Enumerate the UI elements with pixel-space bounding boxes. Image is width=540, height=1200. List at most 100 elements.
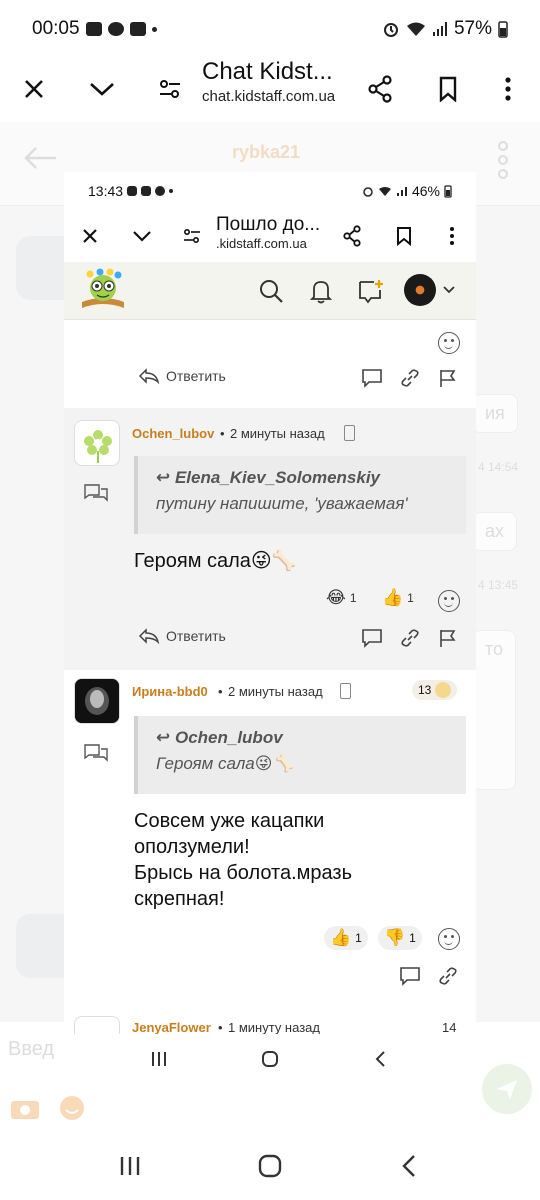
chevron-down-icon[interactable] <box>442 285 456 295</box>
reaction-thumbs-up[interactable]: 👍 1 <box>324 926 368 950</box>
inner-browser-toolbar: Пошло до... .kidstaff.com.ua <box>64 210 476 262</box>
inner-browser-title-block[interactable]: Пошло до... .kidstaff.com.ua <box>216 214 336 251</box>
viber-icon <box>155 186 166 196</box>
reply-button[interactable]: Ответить <box>138 368 226 384</box>
close-icon <box>25 80 43 98</box>
post-time: 2 минуты назад <box>228 684 323 699</box>
quote-author-row[interactable]: ↩ Ochen_lubov <box>156 728 448 748</box>
message-text: Героям сала😜🦴 <box>134 550 297 572</box>
chat-menu-icon[interactable] <box>496 140 510 180</box>
share-button[interactable] <box>354 58 406 120</box>
site-header <box>64 262 476 320</box>
status-time: 00:05 <box>32 18 80 39</box>
post-username[interactable]: JenyaFlower <box>132 1020 211 1035</box>
page-title: Пошло до... <box>216 214 321 235</box>
bookmark-icon <box>439 76 457 102</box>
link-button[interactable] <box>398 626 422 650</box>
add-reaction-icon[interactable] <box>438 590 460 612</box>
message-line: скрепная! <box>134 888 225 910</box>
back-icon[interactable] <box>372 1050 390 1068</box>
search-icon <box>260 280 283 303</box>
post-number: 13 <box>418 683 432 697</box>
close-circle-icon[interactable] <box>435 682 452 698</box>
avatar[interactable] <box>74 420 120 466</box>
recent-apps-icon[interactable] <box>118 1154 142 1178</box>
share-button[interactable] <box>332 210 372 262</box>
status-bar: 00:05 57% <box>0 0 540 58</box>
more-notifications-icon <box>169 189 174 193</box>
site-settings-button[interactable] <box>172 210 212 262</box>
post-dot: • <box>218 684 223 699</box>
back-arrow-icon[interactable] <box>22 146 58 170</box>
message-line: Брысь на болота.мразь <box>134 862 353 884</box>
browser-toolbar: Chat Kidst... chat.kidstaff.com.ua <box>0 58 540 120</box>
notifications-button[interactable] <box>304 274 338 308</box>
alarm-icon <box>383 23 398 37</box>
comment-icon <box>362 629 382 648</box>
minimize-button[interactable] <box>122 210 162 262</box>
browser-title-block[interactable]: Chat Kidst... chat.kidstaff.com.ua <box>202 58 352 105</box>
reaction-thumbs-up[interactable]: 👍 1 <box>382 588 414 608</box>
reply-button[interactable]: Ответить <box>138 628 226 644</box>
avatar[interactable] <box>74 678 120 724</box>
bookmark-button[interactable] <box>384 210 424 262</box>
more-options-button[interactable] <box>482 58 534 120</box>
inner-battery-percent: 46% <box>411 183 440 199</box>
comment-button[interactable] <box>398 964 422 988</box>
post-time: 1 минуту назад <box>228 1020 320 1035</box>
close-icon <box>83 229 97 243</box>
viber-icon <box>107 22 124 36</box>
link-button[interactable] <box>398 366 422 390</box>
add-reaction-icon[interactable] <box>438 332 460 354</box>
emoji-icon[interactable] <box>58 1094 86 1122</box>
recent-apps-icon[interactable] <box>150 1050 168 1068</box>
search-button[interactable] <box>254 274 288 308</box>
thumbs-up-icon: 👍 <box>382 588 404 607</box>
bookmark-button[interactable] <box>422 58 474 120</box>
site-settings-button[interactable] <box>144 58 196 120</box>
post-username[interactable]: Ирина-bbd0 <box>132 684 208 699</box>
thumbs-up-icon: 👍 <box>330 928 352 947</box>
home-icon[interactable] <box>261 1050 279 1068</box>
message-input[interactable]: Введ <box>8 1038 54 1061</box>
report-button[interactable] <box>436 366 460 390</box>
more-vert-icon <box>505 77 511 101</box>
comment-post: Ирина-bbd0 • 2 минуты назад 13 ↩ Ochen_l… <box>64 670 476 1020</box>
more-options-button[interactable] <box>432 210 472 262</box>
reaction-thumbs-down[interactable]: 👎 1 <box>378 926 422 950</box>
message-time: 4 14:54 <box>478 460 519 474</box>
signal-icon <box>396 187 407 196</box>
home-icon[interactable] <box>258 1154 282 1178</box>
link-icon <box>401 369 419 387</box>
comment-icon <box>362 369 382 388</box>
comment-button[interactable] <box>360 626 384 650</box>
add-reaction-icon[interactable] <box>438 928 460 950</box>
reply-arrow-icon: ↩ <box>156 468 175 487</box>
post-username[interactable]: Ochen_lubov <box>132 426 214 441</box>
kidstaff-logo[interactable] <box>78 268 128 312</box>
private-message-icon[interactable] <box>84 744 108 764</box>
mobile-icon <box>340 683 351 699</box>
comment-post: JenyaFlower • 1 минуту назад 14 <box>64 1014 476 1042</box>
camera-icon[interactable] <box>10 1096 40 1120</box>
quote-author-row[interactable]: ↩ Elena_Kiev_Solomenskiy <box>156 468 448 488</box>
close-tab-button[interactable] <box>8 58 60 120</box>
report-button[interactable] <box>436 626 460 650</box>
send-button[interactable] <box>482 1064 532 1114</box>
comment-button[interactable] <box>360 366 384 390</box>
private-message-icon[interactable] <box>84 484 108 504</box>
back-icon[interactable] <box>398 1154 422 1178</box>
new-message-button[interactable] <box>354 274 388 308</box>
battery-icon <box>498 21 508 38</box>
thumbs-down-icon: 👎 <box>384 928 406 947</box>
reaction-laugh[interactable]: 😂 1 <box>326 588 357 608</box>
user-avatar[interactable] <box>404 274 436 306</box>
quote-text: путину напишите, 'уважаемая' <box>156 494 408 513</box>
system-nav-bar <box>0 1132 540 1200</box>
minimize-button[interactable] <box>76 58 128 120</box>
link-button[interactable] <box>436 964 460 988</box>
message-line: оползумели! <box>134 836 250 858</box>
close-tab-button[interactable] <box>70 210 110 262</box>
flag-icon <box>440 630 456 647</box>
quote-block: ↩ Elena_Kiev_Solomenskiy путину напишите… <box>134 456 466 534</box>
